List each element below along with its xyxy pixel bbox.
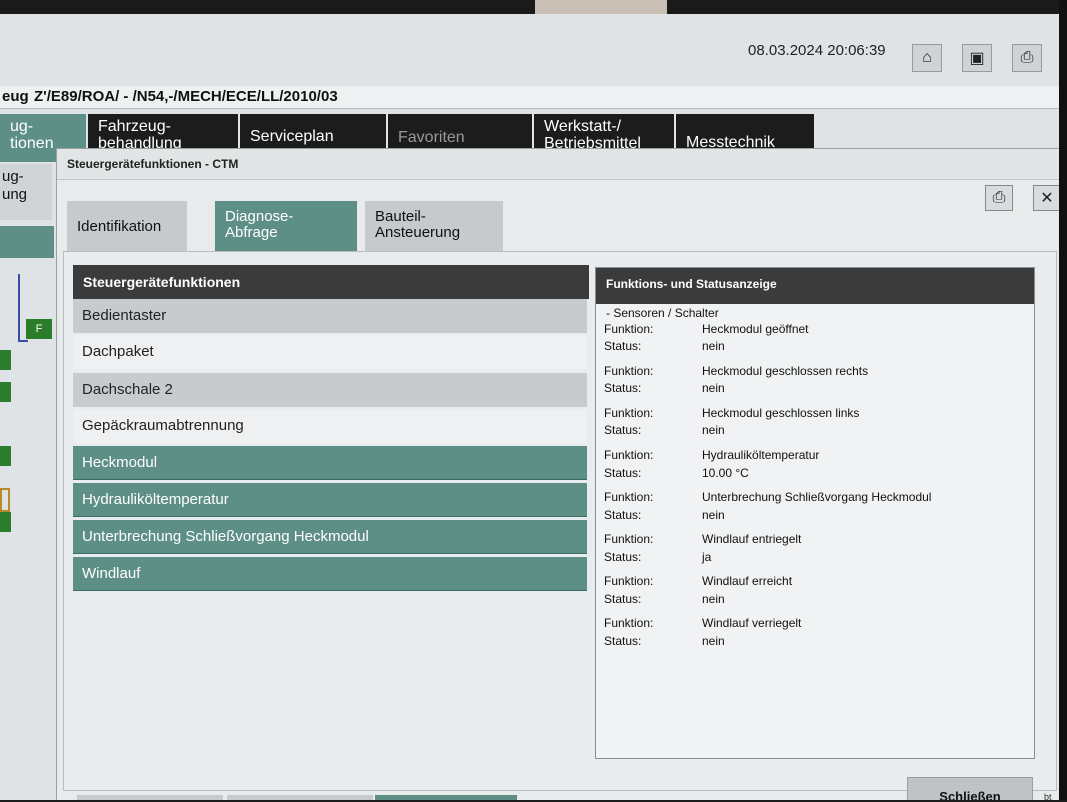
side-strip: [0, 226, 54, 258]
status-value: 10.00 °C: [702, 466, 749, 480]
print-icon[interactable]: ⎙: [1012, 44, 1042, 72]
close-icon[interactable]: ✕: [1033, 185, 1061, 211]
status-value: ja: [702, 550, 712, 564]
green-indicator: [0, 350, 11, 370]
function-value: Unterbrechung Schließvorgang Heckmodul: [702, 490, 932, 504]
section-label: - Sensoren / Schalter: [606, 306, 719, 320]
list-item[interactable]: Gepäckraumabtrennung: [73, 409, 587, 443]
footer-button[interactable]: [375, 795, 517, 800]
tab-bauteil-ansteuerung[interactable]: Bauteil- Ansteuerung: [365, 201, 503, 253]
function-key: Funktion:: [604, 616, 654, 630]
status-value: nein: [702, 423, 725, 437]
dialog-title: Steuergerätefunktionen - CTM: [67, 157, 239, 171]
status-key: Status:: [604, 466, 642, 480]
mini-label[interactable]: F: [26, 319, 52, 339]
list-item[interactable]: Windlauf: [73, 557, 587, 591]
function-value: Hydrauliköltemperatur: [702, 448, 820, 462]
list-item[interactable]: Hydrauliköltemperatur: [73, 483, 587, 517]
tab-identifikation[interactable]: Identifikation: [67, 201, 187, 253]
status-value: nein: [702, 381, 725, 395]
status-key: Status:: [604, 339, 642, 353]
status-key: Status:: [604, 423, 642, 437]
close-button[interactable]: Schließen: [907, 777, 1033, 800]
list-item[interactable]: Dachschale 2: [73, 373, 587, 407]
list-item[interactable]: Heckmodul: [73, 446, 587, 480]
status-value: nein: [702, 634, 725, 648]
list-header: Steuergerätefunktionen: [73, 265, 589, 299]
monitor-bezel: [1059, 0, 1067, 800]
function-value: Heckmodul geschlossen links: [702, 406, 860, 420]
list-item[interactable]: Bedientaster: [73, 299, 587, 333]
status-key: Status:: [604, 592, 642, 606]
status-value: nein: [702, 508, 725, 522]
orange-indicator: [0, 488, 10, 512]
list-item[interactable]: Dachpaket: [73, 335, 587, 369]
status-value: nein: [702, 592, 725, 606]
tab-diagnose-abfrage[interactable]: Diagnose- Abfrage: [215, 201, 357, 253]
status-key: Status:: [604, 634, 642, 648]
function-key: Funktion:: [604, 490, 654, 504]
function-key: Funktion:: [604, 322, 654, 336]
status-key: Status:: [604, 381, 642, 395]
function-value: Windlauf verriegelt: [702, 616, 802, 630]
list-item[interactable]: Unterbrechung Schließvorgang Heckmodul: [73, 520, 587, 554]
dialog-window: Steuergerätefunktionen - CTM ⎙ ✕ Identif…: [56, 148, 1066, 800]
vehicle-id: Z'/E89/ROA/ - /N54,-/MECH/ECE/LL/2010/03: [34, 88, 338, 105]
connector-line: [18, 274, 20, 342]
home-icon[interactable]: ⌂: [912, 44, 942, 72]
function-value: Heckmodul geöffnet: [702, 322, 809, 336]
function-key: Funktion:: [604, 406, 654, 420]
vehicle-prefix: eug: [2, 88, 29, 105]
device-icon[interactable]: ▣: [962, 44, 992, 72]
green-indicator: [0, 512, 11, 532]
function-value: Heckmodul geschlossen rechts: [702, 364, 869, 378]
side-tab[interactable]: ug- ung: [0, 164, 52, 220]
status-key: Status:: [604, 508, 642, 522]
status-value: nein: [702, 339, 725, 353]
function-value: Windlauf erreicht: [702, 574, 793, 588]
function-key: Funktion:: [604, 364, 654, 378]
function-key: Funktion:: [604, 532, 654, 546]
status-panel: Funktions- und Statusanzeige - Sensoren …: [595, 267, 1035, 759]
datetime: 08.03.2024 20:06:39: [748, 42, 886, 59]
function-value: Windlauf entriegelt: [702, 532, 802, 546]
footer-button[interactable]: [227, 795, 373, 800]
connector-line: [18, 340, 28, 342]
footer-button[interactable]: [77, 795, 223, 800]
screen: 08.03.2024 20:06:39 ⌂ ▣ ⎙ eug Z'/E89/ROA…: [0, 14, 1067, 800]
function-key: Funktion:: [604, 448, 654, 462]
status-key: Status:: [604, 550, 642, 564]
status-panel-header: Funktions- und Statusanzeige: [596, 268, 1034, 304]
green-indicator: [0, 446, 11, 466]
print-icon[interactable]: ⎙: [985, 185, 1013, 211]
corner-text: bt: [1044, 792, 1052, 802]
green-indicator: [0, 382, 11, 402]
function-key: Funktion:: [604, 574, 654, 588]
